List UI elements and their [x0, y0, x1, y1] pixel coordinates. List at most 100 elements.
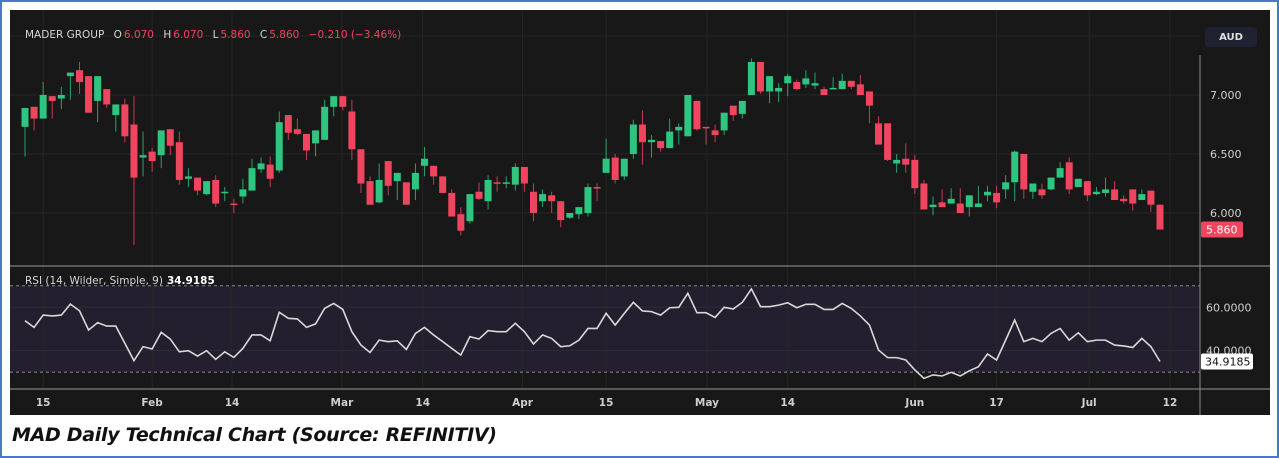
candle-up — [203, 181, 211, 195]
time-tick-label: 15 — [599, 397, 614, 409]
candle-up — [929, 204, 937, 208]
candle-down — [339, 96, 347, 107]
chart-canvas[interactable]: 7.0006.5006.00060.000040.000015 Feb 14 Mar 1… — [10, 10, 1270, 415]
currency-button[interactable]: AUD — [1205, 27, 1257, 47]
time-tick-label: Apr — [512, 397, 534, 409]
close-value: 5.860 — [269, 29, 300, 41]
time-tick-label: Jul — [1081, 397, 1097, 409]
candle-up — [1102, 189, 1110, 193]
candle-up — [94, 76, 102, 101]
time-tick-label: 14 — [415, 397, 430, 409]
candle-up — [466, 194, 474, 222]
candle-down — [402, 182, 410, 205]
candle-down — [1129, 189, 1137, 204]
price-tick-label: 6.000 — [1210, 207, 1242, 220]
candle-down — [212, 179, 220, 204]
candle-down — [475, 191, 483, 199]
candle-up — [321, 106, 329, 140]
candle-down — [702, 126, 710, 129]
candle-down — [448, 192, 456, 217]
candle-up — [684, 95, 692, 137]
candle-down — [638, 124, 646, 143]
rsi-title: RSI (14, Wilder, Simple, 9) — [25, 275, 163, 287]
candle-up — [239, 189, 247, 197]
time-tick-label: 14 — [780, 397, 795, 409]
candle-down — [384, 161, 392, 186]
candle-up — [1047, 177, 1055, 190]
rsi-value-label: 34.9185 — [1205, 356, 1251, 369]
candle-up — [811, 83, 819, 86]
candle-down — [993, 192, 1001, 203]
candle-down — [729, 105, 737, 116]
candle-down — [1120, 198, 1128, 202]
high-label: H — [163, 29, 172, 41]
time-tick-label: May — [695, 397, 719, 409]
candle-up — [157, 130, 165, 156]
candle-up — [1029, 183, 1037, 192]
candle-up — [829, 87, 837, 90]
price-tick-label: 6.500 — [1210, 148, 1242, 161]
candle-up — [965, 195, 973, 208]
candle-down — [884, 123, 892, 160]
candle-up — [393, 172, 401, 182]
candle-down — [284, 115, 292, 133]
candle-down — [856, 84, 864, 95]
candle-down — [557, 201, 565, 221]
candle-down — [1156, 204, 1164, 230]
candle-down — [85, 76, 93, 113]
candle-down — [357, 149, 365, 184]
candle-up — [248, 168, 256, 191]
candle-up — [838, 80, 846, 90]
candle-down — [1083, 181, 1091, 196]
time-tick-label: 17 — [989, 397, 1004, 409]
candle-down — [793, 82, 801, 90]
candle-down — [366, 181, 374, 205]
candle-up — [620, 158, 628, 177]
candle-down — [457, 214, 465, 231]
candle-down — [820, 89, 828, 95]
candle-up — [1074, 178, 1082, 188]
change-value: −0.210 (−3.46%) — [308, 29, 402, 41]
high-value: 6.070 — [173, 29, 204, 41]
candle-up — [421, 158, 429, 166]
price-tick-label: 7.000 — [1210, 89, 1242, 102]
chart-panel[interactable]: 7.000 6.500 6.000 60.0000 40.0000 15 Feb 14 Mar 1… — [10, 10, 1270, 415]
candle-up — [947, 198, 955, 204]
symbol-name: MADER GROUP — [25, 29, 105, 41]
low-label: L — [212, 29, 219, 41]
candle-up — [539, 194, 547, 202]
candle-down — [348, 111, 356, 150]
rsi-band — [10, 285, 1200, 373]
candle-down — [847, 80, 855, 87]
figure-caption: MAD Daily Technical Chart (Source: REFIN… — [12, 424, 497, 446]
candle-up — [747, 61, 755, 95]
candle-up — [139, 155, 147, 158]
candle-down — [75, 70, 83, 83]
rsi-tick-label: 60.0000 — [1206, 301, 1252, 314]
candle-up — [802, 78, 810, 85]
candle-up — [184, 176, 192, 179]
candle-up — [1092, 191, 1100, 195]
candle-down — [657, 141, 665, 149]
candle-up — [330, 96, 338, 107]
candle-down — [166, 129, 174, 146]
candle-up — [584, 187, 592, 213]
candle-up — [893, 159, 901, 164]
candle-down — [911, 159, 919, 189]
candle-up — [57, 95, 65, 99]
open-value: 6.070 — [123, 29, 154, 41]
candle-down — [956, 203, 964, 213]
candle-down — [529, 191, 537, 213]
candle-down — [175, 142, 183, 180]
candle-down — [302, 133, 310, 151]
candle-down — [1038, 189, 1046, 196]
candle-up — [221, 191, 229, 194]
candle-up — [411, 172, 419, 190]
time-tick-label: Feb — [141, 397, 163, 409]
candle-up — [738, 100, 746, 114]
candle-down — [30, 106, 38, 119]
candle-up — [275, 122, 283, 171]
candle-down — [439, 176, 447, 193]
candle-down — [430, 165, 438, 177]
candle-down — [148, 151, 156, 162]
